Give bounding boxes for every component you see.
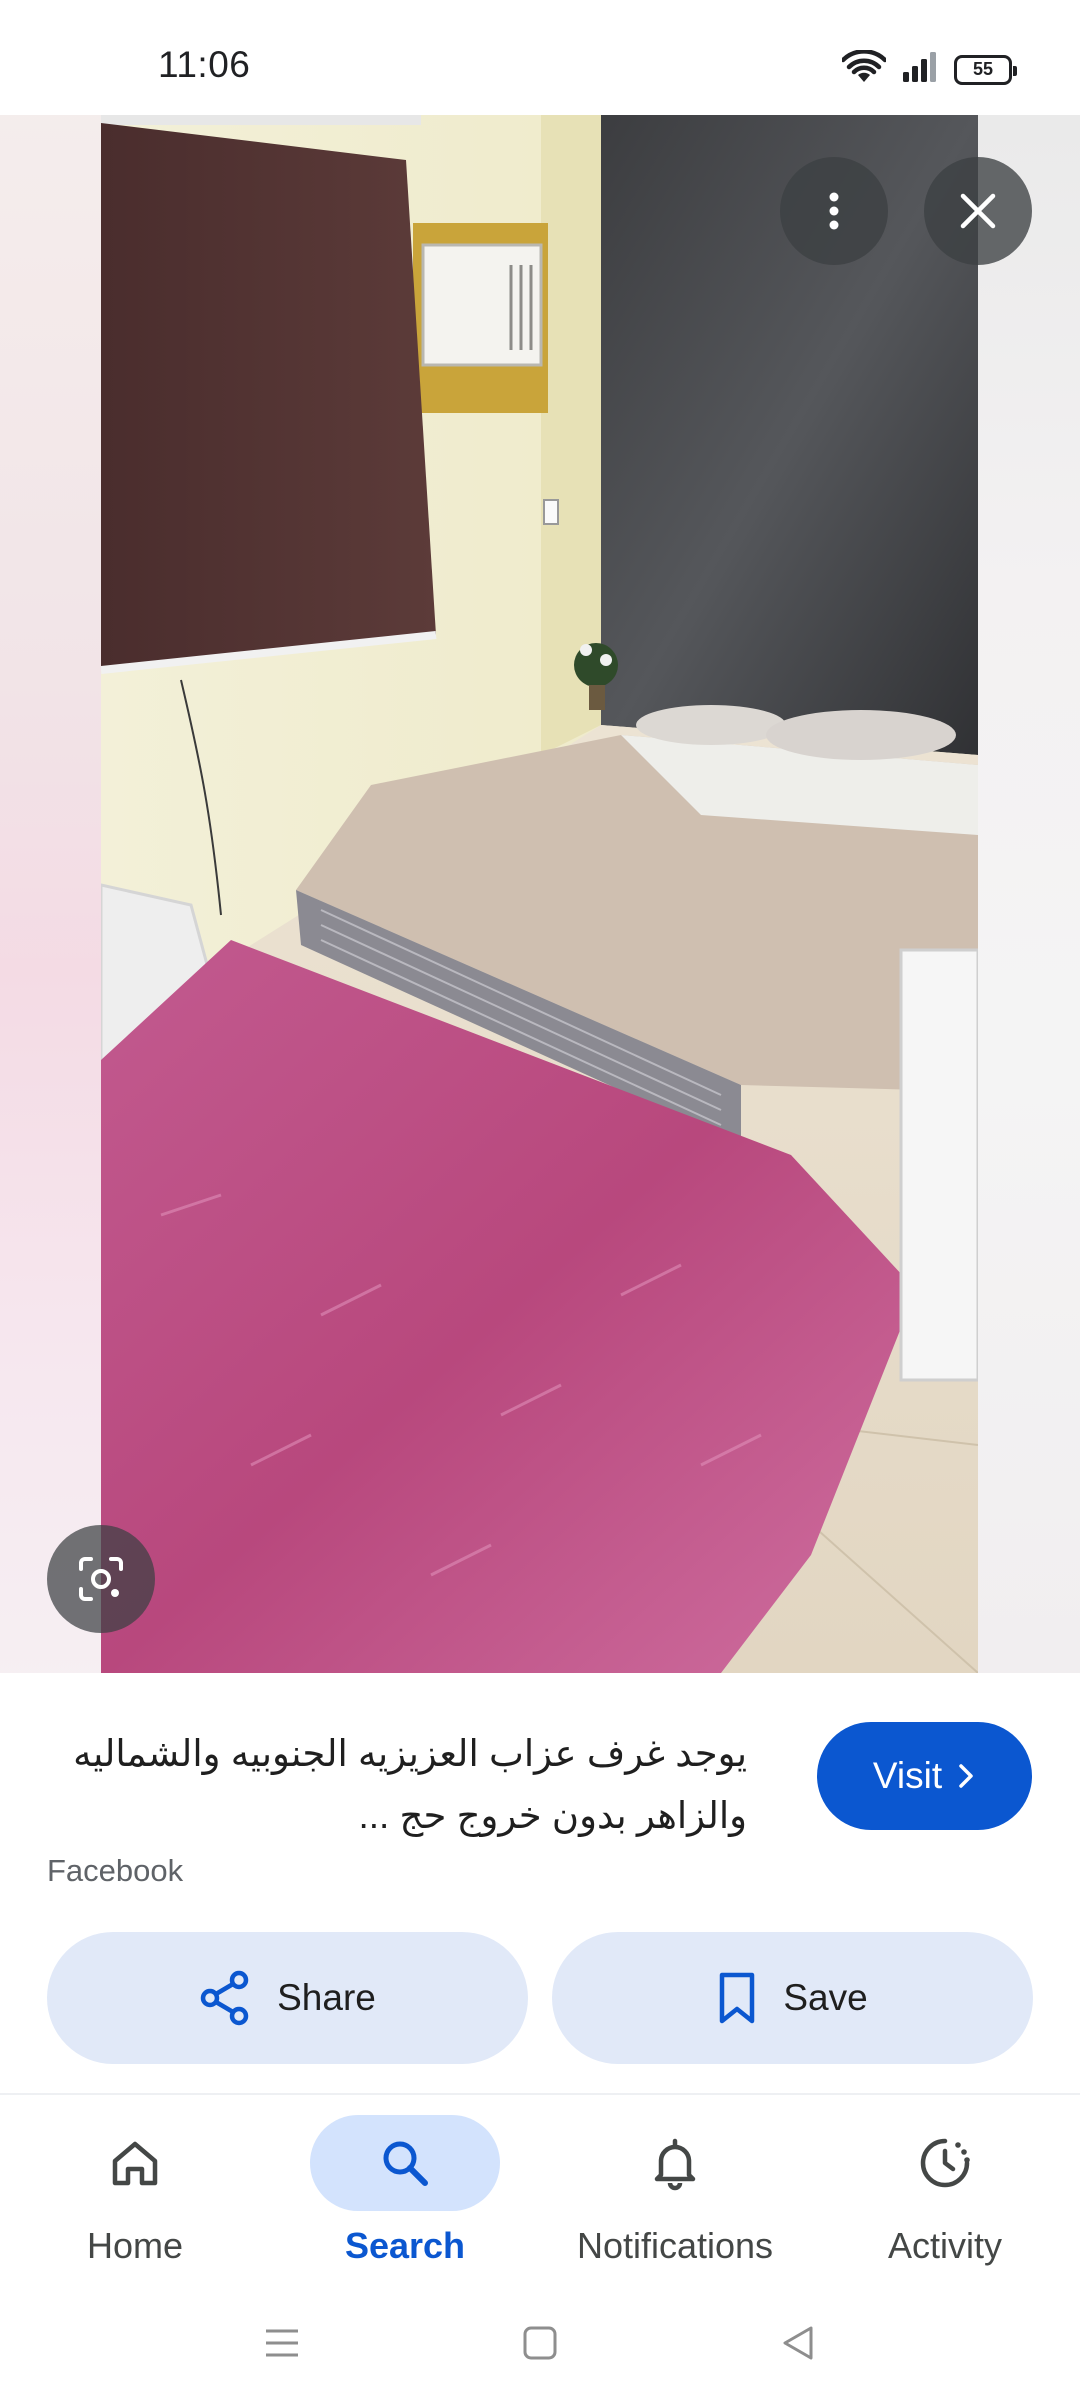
close-icon <box>960 193 996 229</box>
result-title[interactable]: يوجد غرف عزاب العزيزيه الجنوبيه والشمالي… <box>47 1723 747 1847</box>
close-button[interactable] <box>924 157 1032 265</box>
home-system-button[interactable] <box>510 2313 570 2373</box>
battery-level: 55 <box>972 59 994 79</box>
nav-item-home[interactable]: Home <box>0 2115 270 2285</box>
system-navigation-bar <box>0 2293 1080 2400</box>
lens-icon <box>79 1557 123 1601</box>
nav-icon-wrap <box>40 2115 230 2211</box>
image-viewer[interactable] <box>0 115 1080 1673</box>
bottom-navigation: Home Search Notifications Activity <box>0 2093 1080 2293</box>
save-button[interactable]: Save <box>552 1932 1033 2064</box>
lens-button[interactable] <box>47 1525 155 1633</box>
chevron-right-icon <box>959 1764 973 1788</box>
share-label: Share <box>277 1977 376 2018</box>
activity-icon <box>920 2138 970 2188</box>
nav-item-search[interactable]: Search <box>270 2115 540 2285</box>
nav-icon-wrap <box>580 2115 770 2211</box>
prev-image-peek[interactable] <box>0 115 101 1673</box>
nav-item-activity[interactable]: Activity <box>810 2115 1080 2285</box>
result-title-line2: والزاهر بدون خروج حج ... <box>358 1795 747 1836</box>
back-triangle-icon <box>783 2326 813 2360</box>
back-button[interactable] <box>768 2313 828 2373</box>
result-source[interactable]: Facebook <box>47 1853 183 1889</box>
nav-icon-wrap <box>850 2115 1040 2211</box>
share-icon <box>200 1970 249 2026</box>
search-icon <box>383 2141 428 2186</box>
visit-label: Visit <box>872 1755 943 1796</box>
more-vert-icon <box>829 192 839 230</box>
status-bar: 11:06 55 <box>0 0 1080 115</box>
recents-button[interactable] <box>252 2313 312 2373</box>
nav-label-activity: Activity <box>887 2225 1002 2266</box>
more-options-button[interactable] <box>780 157 888 265</box>
save-label: Save <box>783 1977 868 2018</box>
nav-item-notifications[interactable]: Notifications <box>540 2115 810 2285</box>
signal-icon <box>902 52 938 87</box>
result-title-line1: يوجد غرف عزاب العزيزيه الجنوبيه والشمالي… <box>73 1733 747 1774</box>
bookmark-icon <box>720 1972 755 2024</box>
nav-icon-wrap <box>310 2115 500 2211</box>
home-icon <box>112 2141 158 2186</box>
battery-icon: 55 <box>954 54 1017 85</box>
visit-button[interactable]: Visit <box>817 1722 1032 1830</box>
status-time: 11:06 <box>158 44 251 85</box>
nav-label-search: Search <box>344 2225 466 2266</box>
status-icons: 55 <box>840 49 1017 89</box>
nav-label-notifications: Notifications <box>576 2225 774 2266</box>
menu-lines-icon <box>266 2329 298 2357</box>
wifi-icon <box>840 49 888 89</box>
share-button[interactable]: Share <box>47 1932 528 2064</box>
next-image-peek[interactable] <box>978 115 1080 1673</box>
bell-icon <box>654 2138 696 2191</box>
nav-label-home: Home <box>86 2225 184 2266</box>
bedroom-photo[interactable] <box>101 115 978 1673</box>
square-icon <box>523 2326 557 2360</box>
